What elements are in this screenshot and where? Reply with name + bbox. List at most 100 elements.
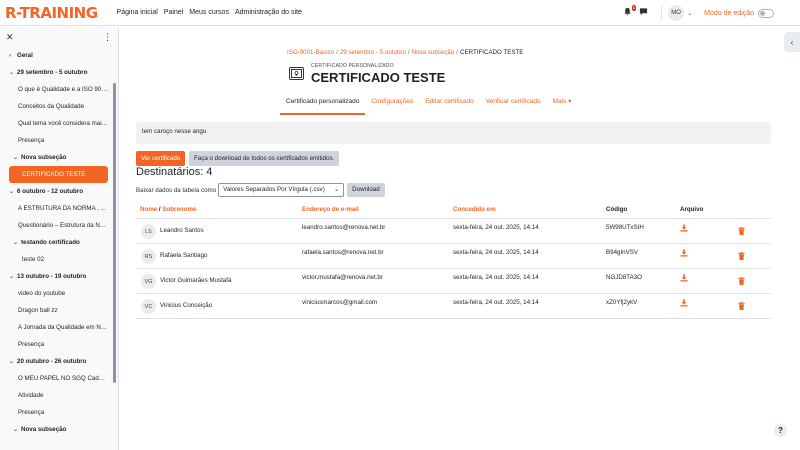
course-activity-item[interactable]: Dragon ball zz xyxy=(0,302,118,319)
chevron-down-icon[interactable]: ⌄ xyxy=(9,269,17,285)
chevron-right-icon[interactable]: › xyxy=(9,48,17,64)
section-label: 29 setembro - 5 outubro xyxy=(17,69,88,76)
nav-dashboard-link[interactable]: Painel xyxy=(161,9,186,16)
chevron-down-icon[interactable]: ⌄ xyxy=(9,354,17,370)
download-icon[interactable] xyxy=(680,274,688,282)
download-button[interactable]: Download xyxy=(347,183,385,197)
download-icon[interactable] xyxy=(680,299,688,307)
breadcrumb-separator: / xyxy=(456,49,459,56)
user-name-link[interactable]: Victor Guimarães Mustafá xyxy=(160,277,231,284)
activity-label: Qual tema você considera mais... xyxy=(18,120,110,127)
user-avatar[interactable]: RS xyxy=(141,249,156,264)
notifications-bell-icon[interactable]: 1 xyxy=(623,5,637,19)
course-section-item[interactable]: ⌄ Nova subseção xyxy=(0,149,118,166)
chevron-down-icon[interactable]: ⌄ xyxy=(9,65,17,81)
course-activity-item[interactable]: Presença xyxy=(0,132,118,149)
nav-site-admin-link[interactable]: Administração do site xyxy=(232,9,305,16)
activity-label: Presença xyxy=(18,409,45,416)
section-label: Geral xyxy=(17,52,33,59)
help-question-icon[interactable]: ? xyxy=(774,424,787,437)
course-activity-item[interactable]: A ESTRUTURA DA NORMA , A ... xyxy=(0,200,118,217)
course-section-item[interactable]: ⌄ 20 outubro - 26 outubro xyxy=(0,353,118,370)
course-section-item[interactable]: ⌄ 29 setembro - 5 outubro xyxy=(0,64,118,81)
course-section-item[interactable]: ⌄ testando certificado xyxy=(0,234,118,251)
course-section-item[interactable]: ⌄ Nova subseção xyxy=(0,421,118,438)
download-icon[interactable] xyxy=(680,249,688,257)
certificate-code-cell: 5W98UTxSIH xyxy=(606,224,644,231)
more-chevron-down-icon: ▾ xyxy=(568,98,572,105)
chevron-down-icon[interactable]: ⌄ xyxy=(13,235,21,251)
delete-trash-icon[interactable] xyxy=(738,302,745,310)
user-avatar[interactable]: MO xyxy=(668,5,685,21)
notification-count-badge: 1 xyxy=(631,5,637,11)
download-format-select[interactable]: Valores Separados Por Vírgula (.csv) ⌄ xyxy=(218,183,345,197)
course-activity-item[interactable]: Conceitos da Qualidade xyxy=(0,98,118,115)
download-icon[interactable] xyxy=(680,224,688,232)
delete-trash-icon[interactable] xyxy=(738,227,745,235)
delete-trash-icon[interactable] xyxy=(738,277,745,285)
certificate-icon xyxy=(289,67,304,80)
chevron-down-icon[interactable]: ⌄ xyxy=(9,184,17,200)
chevron-down-icon[interactable]: ⌄ xyxy=(13,150,21,166)
course-activity-item[interactable]: Questionário – Estrutura da No... xyxy=(0,217,118,234)
site-logo[interactable]: R-TRAINING xyxy=(5,4,98,22)
course-activity-item[interactable]: Atividade xyxy=(0,387,118,404)
course-activity-item[interactable]: video do youtube xyxy=(0,285,118,302)
sort-by-last-name-link[interactable]: Sobrenome xyxy=(162,206,196,213)
nav-home-link[interactable]: Página inicial xyxy=(114,9,161,16)
course-activity-item[interactable]: A Jornada da Qualidade em Nã... xyxy=(0,319,118,336)
course-activity-item-active[interactable]: CERTIFICADO TESTE xyxy=(9,166,108,183)
user-name-link[interactable]: Leandro Santos xyxy=(160,227,204,234)
course-activity-item[interactable]: O que é Qualidade e a ISO 9000... xyxy=(0,81,118,98)
user-name-link[interactable]: Vinicius Conceição xyxy=(160,302,212,309)
table-download-form: Baixar dados da tabela como Valores Sepa… xyxy=(136,183,385,197)
table-row: VG Victor Guimarães Mustafá victor.mustafa… xyxy=(136,269,771,294)
tab-edit-certificate[interactable]: Editar certificado xyxy=(419,93,479,115)
name-column-header: Nome / Sobrenome xyxy=(140,206,196,213)
user-avatar[interactable]: VC xyxy=(141,299,156,314)
course-section-item[interactable]: › Geral xyxy=(0,47,118,64)
course-activity-item[interactable]: Qual tema você considera mais... xyxy=(0,115,118,132)
tab-verify-certificate[interactable]: Verificar certificado xyxy=(480,93,547,115)
course-index-drawer: ✕ ⋮ › Geral ⌄ 29 setembro - 5 outubro O que … xyxy=(0,27,119,450)
messages-chat-icon[interactable] xyxy=(639,7,651,19)
drawer-options-kebab-icon[interactable]: ⋮ xyxy=(103,32,112,43)
breadcrumb-subsection-link[interactable]: Nova subseção xyxy=(412,49,455,56)
tab-more-label: Mais xyxy=(552,98,567,105)
course-activity-item[interactable]: teste 02 xyxy=(0,251,118,268)
sort-by-issued-date-link[interactable]: Concedido em xyxy=(453,206,496,213)
open-block-drawer-chevron-left-icon[interactable]: ‹ xyxy=(784,32,800,52)
recipients-table: Nome / Sobrenome Endereço de e-mail Conc… xyxy=(136,203,771,319)
tab-custom-certificate[interactable]: Certificado personalizado xyxy=(280,93,366,115)
breadcrumb-course-link[interactable]: ISO-9001-Basico xyxy=(287,49,334,56)
delete-trash-icon[interactable] xyxy=(738,252,745,260)
course-section-item[interactable]: ⌄ 6 outubro - 12 outubro xyxy=(0,183,118,200)
chevron-down-icon[interactable]: ⌄ xyxy=(13,422,21,438)
table-header-row: Nome / Sobrenome Endereço de e-mail Conc… xyxy=(136,203,771,219)
close-drawer-icon[interactable]: ✕ xyxy=(6,32,14,43)
activity-label: O MEU PAPEL NO SGQ Cada P... xyxy=(18,375,113,382)
course-activity-item[interactable]: O MEU PAPEL NO SGQ Cada P... xyxy=(0,370,118,387)
course-activity-item[interactable]: Presença xyxy=(0,336,118,353)
breadcrumb-current: CERTIFICADO TESTE xyxy=(460,49,524,56)
table-row: LS Leandro Santos leandro.santos@renova.ne… xyxy=(136,219,771,244)
view-certificate-button[interactable]: Ver certificado xyxy=(136,151,186,166)
sort-by-email-link[interactable]: Endereço de e-mail xyxy=(302,206,359,213)
nav-my-courses-link[interactable]: Meus cursos xyxy=(186,9,232,16)
tab-more[interactable]: Mais ▾ xyxy=(547,93,578,115)
download-format-label: Baixar dados da tabela como xyxy=(136,186,217,194)
user-avatar[interactable]: LS xyxy=(141,224,156,239)
tab-settings[interactable]: Configurações xyxy=(365,93,419,115)
certificate-code-cell: xZ0Yfj2ykV xyxy=(606,299,638,306)
user-name-link[interactable]: Rafaela Santiago xyxy=(160,252,207,259)
course-activity-item[interactable]: Presença xyxy=(0,404,118,421)
breadcrumb-section-link[interactable]: 29 setembro - 5 outubro xyxy=(340,49,406,56)
drawer-scrollbar[interactable] xyxy=(113,83,116,383)
email-cell: leandro.santos@renova.net.br xyxy=(302,224,386,231)
download-all-certificates-button[interactable]: Faça o download de todos os certificados… xyxy=(189,151,340,166)
course-section-item[interactable]: ⌄ 13 outubro - 19 outubro xyxy=(0,268,118,285)
edit-mode-toggle[interactable] xyxy=(758,8,774,18)
user-avatar[interactable]: VG xyxy=(141,274,156,289)
sort-by-first-name-link[interactable]: Nome xyxy=(140,206,157,213)
user-menu-chevron-down-icon[interactable]: ⌄ xyxy=(687,10,692,17)
